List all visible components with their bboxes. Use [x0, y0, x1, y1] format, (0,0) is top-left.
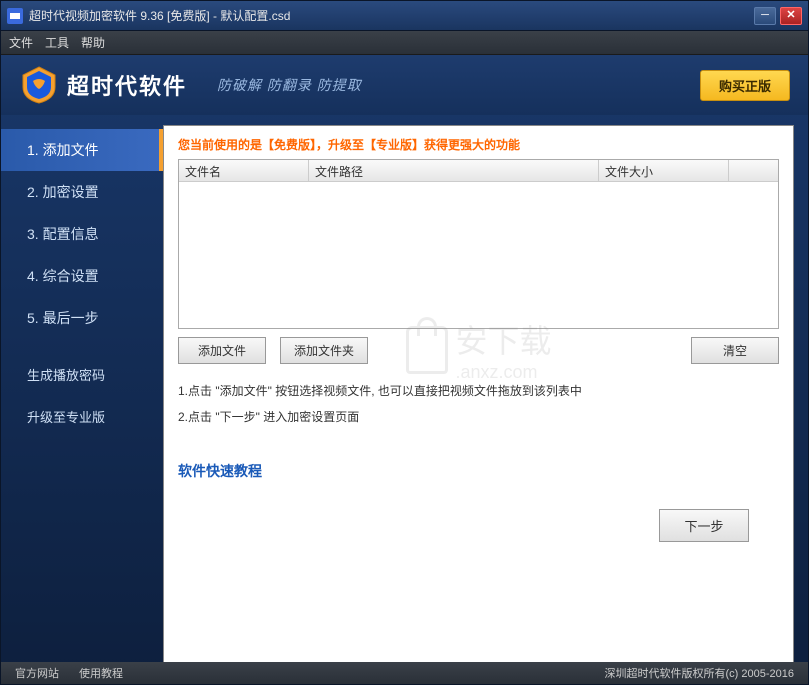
button-row: 添加文件 添加文件夹 清空: [178, 337, 779, 364]
sidebar-step-2[interactable]: 2. 加密设置: [1, 171, 163, 213]
footer: 官方网站 使用教程 深圳超时代软件版权所有(c) 2005-2016: [1, 662, 808, 684]
window-title: 超时代视频加密软件 9.36 [免费版] - 默认配置.csd: [29, 7, 754, 24]
brand-name: 超时代软件: [67, 69, 187, 101]
file-table[interactable]: 文件名 文件路径 文件大小: [178, 159, 779, 329]
tutorial-link[interactable]: 软件快速教程: [178, 461, 779, 481]
logo: 超时代软件: [19, 65, 187, 105]
table-header: 文件名 文件路径 文件大小: [179, 160, 778, 182]
close-icon: ✕: [786, 10, 795, 21]
footer-copyright: 深圳超时代软件版权所有(c) 2005-2016: [605, 665, 795, 681]
body: 1. 添加文件 2. 加密设置 3. 配置信息 4. 综合设置 5. 最后一步 …: [1, 115, 808, 665]
instruction-1: 1.点击 "添加文件" 按钮选择视频文件, 也可以直接把视频文件拖放到该列表中: [178, 378, 779, 404]
col-filesize[interactable]: 文件大小: [599, 160, 729, 181]
instructions: 1.点击 "添加文件" 按钮选择视频文件, 也可以直接把视频文件拖放到该列表中 …: [178, 378, 779, 431]
col-filepath[interactable]: 文件路径: [309, 160, 599, 181]
menu-file[interactable]: 文件: [9, 34, 33, 51]
menu-help[interactable]: 帮助: [81, 34, 105, 51]
upgrade-notice[interactable]: 您当前使用的是【免费版】，升级至【专业版】获得更强大的功能: [178, 136, 779, 153]
buy-button[interactable]: 购买正版: [700, 70, 790, 101]
col-extra[interactable]: [729, 160, 778, 181]
add-file-button[interactable]: 添加文件: [178, 337, 266, 364]
footer-tutorial[interactable]: 使用教程: [79, 665, 123, 681]
header: 超时代软件 防破解 防翻录 防提取 购买正版: [1, 55, 808, 115]
sidebar-gen-password[interactable]: 生成播放密码: [1, 353, 163, 395]
sidebar: 1. 添加文件 2. 加密设置 3. 配置信息 4. 综合设置 5. 最后一步 …: [1, 125, 163, 665]
next-button[interactable]: 下一步: [659, 509, 749, 542]
clear-button[interactable]: 清空: [691, 337, 779, 364]
sidebar-upgrade[interactable]: 升级至专业版: [1, 395, 163, 437]
sidebar-step-1[interactable]: 1. 添加文件: [1, 129, 163, 171]
content-panel: 您当前使用的是【免费版】，升级至【专业版】获得更强大的功能 文件名 文件路径 文…: [163, 125, 794, 665]
footer-official-site[interactable]: 官方网站: [15, 665, 59, 681]
app-window: 超时代视频加密软件 9.36 [免费版] - 默认配置.csd ─ ✕ 文件 工…: [0, 0, 809, 685]
minimize-icon: ─: [761, 10, 769, 21]
slogan: 防破解 防翻录 防提取: [217, 75, 362, 95]
add-folder-button[interactable]: 添加文件夹: [280, 337, 368, 364]
app-icon: [7, 8, 23, 24]
menubar: 文件 工具 帮助: [1, 31, 808, 55]
logo-icon: [19, 65, 59, 105]
sidebar-step-3[interactable]: 3. 配置信息: [1, 213, 163, 255]
close-button[interactable]: ✕: [780, 7, 802, 25]
titlebar[interactable]: 超时代视频加密软件 9.36 [免费版] - 默认配置.csd ─ ✕: [1, 1, 808, 31]
sidebar-step-5[interactable]: 5. 最后一步: [1, 297, 163, 339]
instruction-2: 2.点击 "下一步" 进入加密设置页面: [178, 404, 779, 430]
sidebar-step-4[interactable]: 4. 综合设置: [1, 255, 163, 297]
minimize-button[interactable]: ─: [754, 7, 776, 25]
menu-tools[interactable]: 工具: [45, 34, 69, 51]
col-filename[interactable]: 文件名: [179, 160, 309, 181]
